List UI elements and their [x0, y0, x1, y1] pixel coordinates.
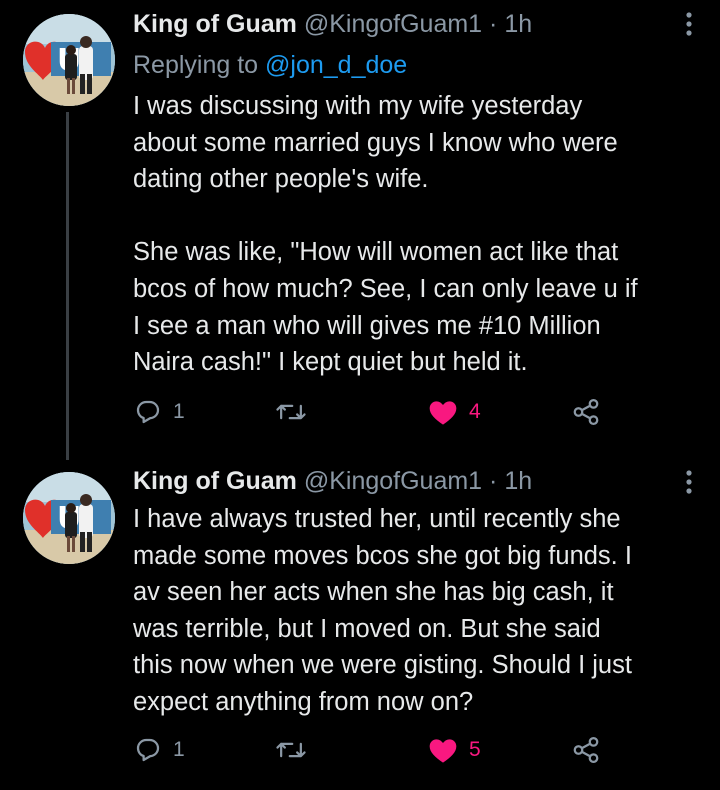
- separator: ·: [489, 467, 498, 495]
- more-vertical-icon[interactable]: [684, 468, 694, 501]
- reply-icon: [136, 738, 160, 762]
- more-vertical-icon[interactable]: [684, 10, 694, 43]
- retweet-icon: [276, 404, 306, 420]
- tweet-header: King of Guam @KingofGuam1 · 1h: [133, 9, 532, 39]
- reply-count: 1: [173, 400, 185, 423]
- share-icon: [573, 737, 599, 763]
- replying-to: Replying to @jon_d_doe: [133, 50, 407, 80]
- profile-photo: U: [23, 472, 115, 564]
- like-count: 4: [469, 400, 481, 423]
- avatar[interactable]: U: [23, 472, 115, 564]
- thread-line: [66, 112, 69, 460]
- timestamp[interactable]: 1h: [504, 10, 532, 38]
- separator: ·: [489, 10, 498, 38]
- like-button[interactable]: 4: [427, 397, 481, 427]
- tweet-text: I was discussing with my wife yesterday …: [133, 92, 638, 377]
- profile-photo: U: [23, 14, 115, 106]
- share-button[interactable]: [571, 397, 601, 427]
- retweet-button[interactable]: [275, 397, 317, 427]
- display-name[interactable]: King of Guam: [133, 467, 297, 495]
- reply-button[interactable]: 1: [133, 735, 185, 765]
- tweet-actions: 1 5: [133, 735, 613, 769]
- handle[interactable]: @KingofGuam1: [304, 467, 482, 495]
- share-button[interactable]: [571, 735, 601, 765]
- avatar[interactable]: U: [23, 14, 115, 106]
- handle[interactable]: @KingofGuam1: [304, 10, 482, 38]
- heart-filled-icon: [429, 739, 457, 763]
- retweet-button[interactable]: [275, 735, 317, 765]
- reply-button[interactable]: 1: [133, 397, 185, 427]
- like-button[interactable]: 5: [427, 735, 481, 765]
- tweet-actions: 1 4: [133, 397, 613, 431]
- tweet[interactable]: U King of Guam @KingofGuam1 · 1h I have …: [0, 460, 720, 790]
- timestamp[interactable]: 1h: [504, 467, 532, 495]
- tweet-header: King of Guam @KingofGuam1 · 1h: [133, 466, 532, 496]
- retweet-icon: [276, 742, 306, 758]
- reply-icon: [136, 400, 160, 424]
- reply-count: 1: [173, 738, 185, 761]
- share-icon: [573, 399, 599, 425]
- mention-link[interactable]: @jon_d_doe: [265, 51, 407, 79]
- replying-prefix: Replying to: [133, 51, 266, 79]
- tweet-text: I have always trusted her, until recentl…: [133, 505, 632, 716]
- like-count: 5: [469, 738, 481, 761]
- display-name[interactable]: King of Guam: [133, 10, 297, 38]
- tweet[interactable]: U King of Guam @KingofGuam1 · 1h Replyin…: [0, 0, 720, 460]
- heart-filled-icon: [429, 401, 457, 425]
